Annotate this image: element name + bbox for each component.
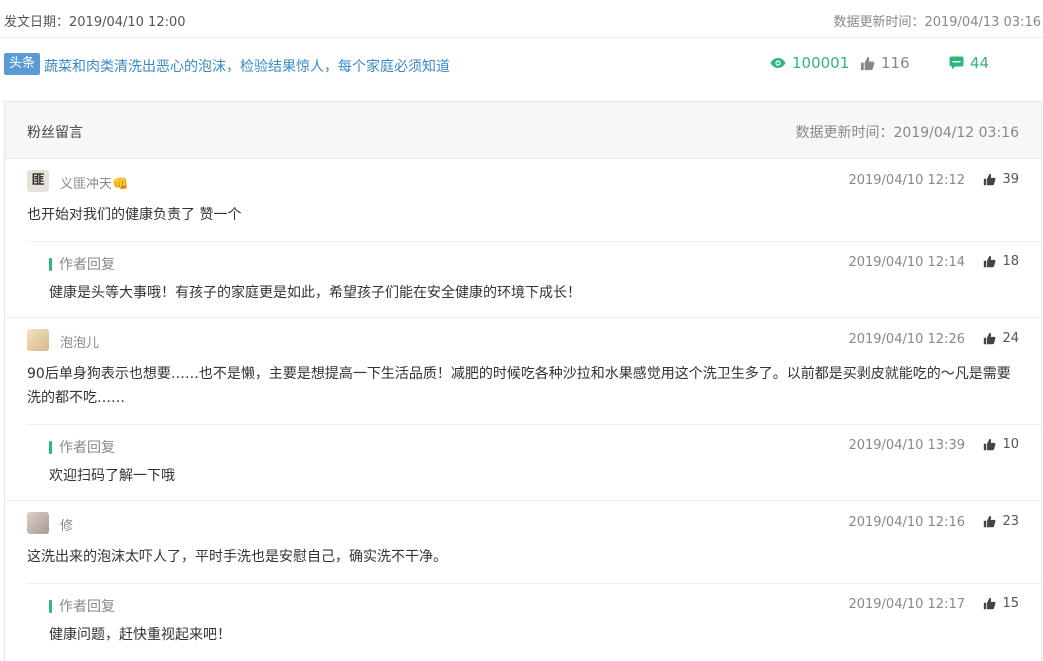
article-row: 头条 蔬菜和肉类清洗出恶心的泡沫，检验结果惊人，每个家庭必须知道 100001 … — [0, 39, 1043, 95]
reply-like-count: 15 — [1002, 596, 1019, 611]
comment-like-count: 39 — [1002, 172, 1019, 187]
reply-like-count: 18 — [1002, 254, 1019, 269]
thumbs-up-icon — [984, 173, 996, 186]
reply-like-button[interactable]: 15 — [983, 596, 1019, 611]
author-reply: 作者回复 2019/04/10 13:39 10 欢迎扫码了解一下哦 — [27, 424, 1041, 500]
author-reply: 作者回复 2019/04/10 12:14 18 健康是头等大事哦！有孩子的家庭… — [27, 241, 1041, 317]
comments-stat: 44 — [949, 54, 989, 72]
comment-username[interactable]: 义匪冲天👊 — [60, 173, 128, 192]
comment-text: 90后单身狗表示也想要……也不是懒，主要是想提高一下生活品质！减肥的时候吃各种沙… — [27, 366, 1011, 406]
comment-text: 这洗出来的泡沫太吓人了，平时手洗也是安慰自己，确实洗不干净。 — [27, 549, 447, 565]
eye-icon — [770, 58, 786, 68]
panel-updated-time: 数据更新时间：2019/04/12 03:16 — [795, 125, 1020, 141]
comment-like-button[interactable]: 23 — [983, 514, 1019, 529]
likes-count: 116 — [881, 54, 910, 72]
reply-indicator-bar — [49, 600, 52, 613]
fan-comments-panel: 粉丝留言 数据更新时间：2019/04/12 03:16 匪 义匪冲天👊 201… — [4, 101, 1042, 661]
reply-time: 2019/04/10 12:14 — [848, 255, 965, 270]
views-stat: 100001 — [770, 54, 849, 72]
panel-header: 粉丝留言 数据更新时间：2019/04/12 03:16 — [5, 102, 1041, 159]
comment-like-count: 23 — [1002, 514, 1019, 529]
avatar[interactable] — [27, 512, 49, 534]
reply-time: 2019/04/10 12:17 — [848, 597, 965, 612]
author-reply: 作者回复 2019/04/10 12:17 15 健康问题，赶快重视起来吧！ — [27, 583, 1041, 659]
comment-time: 2019/04/10 12:12 — [848, 173, 965, 188]
thumbs-up-icon — [984, 438, 996, 451]
thumbs-up-icon — [984, 597, 996, 610]
comment-icon — [949, 56, 964, 70]
article-title-link[interactable]: 蔬菜和肉类清洗出恶心的泡沫，检验结果惊人，每个家庭必须知道 — [44, 56, 450, 76]
reply-like-count: 10 — [1002, 437, 1019, 452]
reply-indicator-bar — [49, 258, 52, 271]
comment-time: 2019/04/10 12:16 — [848, 515, 965, 530]
reply-time: 2019/04/10 13:39 — [848, 438, 965, 453]
comment-like-button[interactable]: 24 — [983, 331, 1019, 346]
comments-count: 44 — [970, 54, 990, 72]
avatar[interactable]: 匪 — [27, 170, 49, 192]
comment-item: 修 2019/04/10 12:16 23 这洗出来的泡沫太吓人了，平时手洗也是… — [5, 501, 1041, 659]
views-count: 100001 — [792, 54, 850, 72]
author-reply-label: 作者回复 — [59, 257, 115, 273]
reply-like-button[interactable]: 18 — [983, 254, 1019, 269]
avatar[interactable] — [27, 329, 49, 351]
comment-time: 2019/04/10 12:26 — [848, 332, 965, 347]
publish-date: 发文日期：2019/04/10 12:00 — [4, 15, 186, 30]
article-meta-bar: 发文日期：2019/04/10 12:00 数据更新时间：2019/04/13 … — [0, 0, 1043, 38]
reply-text: 健康是头等大事哦！有孩子的家庭更是如此，希望孩子们能在安全健康的环境下成长！ — [49, 285, 581, 301]
reply-text: 健康问题，赶快重视起来吧！ — [49, 627, 231, 643]
thumbs-up-icon — [984, 515, 996, 528]
comment-text: 也开始对我们的健康负责了 赞一个 — [27, 207, 242, 223]
author-reply-label: 作者回复 — [59, 599, 115, 615]
headline-tag: 头条 — [4, 53, 41, 75]
comment-item: 泡泡儿 2019/04/10 12:26 24 90后单身狗表示也想要……也不是… — [5, 318, 1041, 501]
reply-indicator-bar — [49, 441, 52, 454]
comment-username[interactable]: 修 — [60, 515, 73, 534]
thumbs-up-icon — [984, 255, 996, 268]
reply-like-button[interactable]: 10 — [983, 437, 1019, 452]
thumbs-up-icon — [984, 332, 996, 345]
comment-item: 匪 义匪冲天👊 2019/04/10 12:12 39 也开始对我们的健康负责了… — [5, 159, 1041, 318]
comment-username[interactable]: 泡泡儿 — [60, 332, 99, 351]
comment-like-count: 24 — [1002, 331, 1019, 346]
data-updated-time: 数据更新时间：2019/04/13 03:16 — [833, 15, 1041, 30]
author-reply-label: 作者回复 — [59, 440, 115, 456]
panel-title: 粉丝留言 — [27, 125, 83, 141]
likes-stat: 116 — [860, 54, 910, 72]
thumbs-up-icon — [860, 56, 875, 70]
comment-like-button[interactable]: 39 — [983, 172, 1019, 187]
reply-text: 欢迎扫码了解一下哦 — [49, 468, 175, 484]
